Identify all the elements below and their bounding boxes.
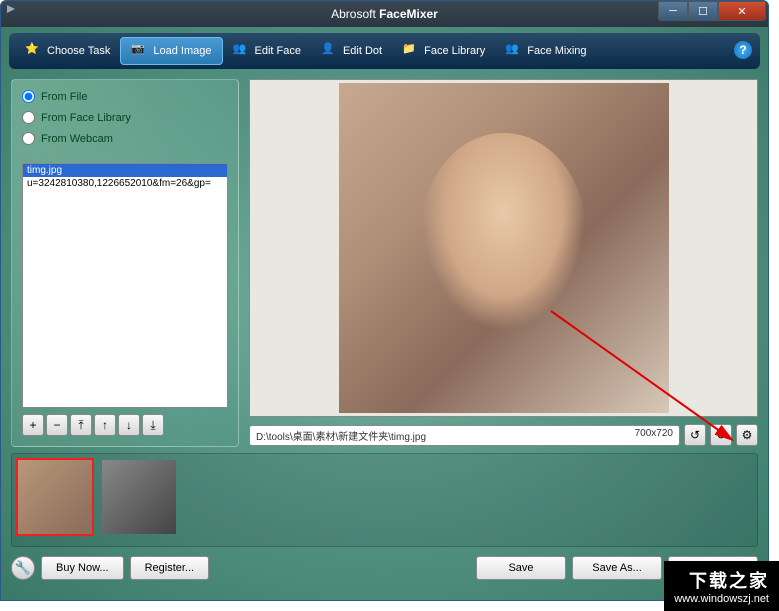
- file-list[interactable]: timg.jpg u=3242810380,1226652010&fm=26&g…: [22, 163, 228, 408]
- settings-icon[interactable]: ⚙: [736, 424, 758, 446]
- tab-label: Edit Face: [255, 45, 301, 57]
- tab-label: Edit Dot: [343, 45, 382, 57]
- face-icon: 👥: [233, 42, 251, 60]
- thumb-image: [18, 460, 92, 534]
- dot-icon: 👤: [321, 42, 339, 60]
- face-image: [339, 83, 669, 413]
- window-title: Abrosoft FaceMixer: [331, 7, 438, 21]
- tab-label: Choose Task: [47, 45, 110, 57]
- move-up-button[interactable]: ↑: [94, 414, 116, 436]
- folder-icon: 📁: [402, 42, 420, 60]
- mix-icon: 👥: [505, 42, 523, 60]
- tab-load-image[interactable]: 📷 Load Image: [120, 37, 222, 65]
- register-button[interactable]: Register...: [130, 556, 210, 580]
- watermark-title: 下载之家: [674, 567, 769, 593]
- tab-face-library[interactable]: 📁 Face Library: [392, 38, 495, 64]
- buy-button[interactable]: Buy Now...: [41, 556, 124, 580]
- maximize-button[interactable]: ☐: [688, 1, 718, 21]
- star-icon: ⭐: [25, 42, 43, 60]
- radio-label: From Webcam: [41, 133, 113, 145]
- move-down-button[interactable]: ↓: [118, 414, 140, 436]
- rotate-left-button[interactable]: ↺: [684, 424, 706, 446]
- source-radio-group: From File From Face Library From Webcam: [22, 90, 228, 153]
- thumbnail-strip[interactable]: [11, 453, 758, 547]
- move-bottom-button[interactable]: ⤓: [142, 414, 164, 436]
- bottom-toolbar: 🔧 Buy Now... Register... Save Save As...…: [11, 551, 758, 585]
- save-as-button[interactable]: Save As...: [572, 556, 662, 580]
- remove-button[interactable]: −: [46, 414, 68, 436]
- tab-label: Face Library: [424, 45, 485, 57]
- file-item[interactable]: timg.jpg: [23, 164, 227, 177]
- radio-label: From File: [41, 91, 87, 103]
- close-button[interactable]: ✕: [718, 1, 766, 21]
- radio-from-library[interactable]: From Face Library: [22, 111, 228, 124]
- rotate-right-button[interactable]: ↻: [710, 424, 732, 446]
- radio-from-file[interactable]: From File: [22, 90, 228, 103]
- thumbnail[interactable]: [100, 458, 178, 536]
- tab-face-mixing[interactable]: 👥 Face Mixing: [495, 38, 596, 64]
- watermark: 下载之家 www.windowszj.net: [664, 561, 779, 611]
- tab-label: Face Mixing: [527, 45, 586, 57]
- main-toolbar: ⭐ Choose Task 📷 Load Image 👥 Edit Face 👤…: [9, 33, 760, 69]
- system-menu-icon[interactable]: [7, 5, 15, 13]
- image-preview[interactable]: [249, 79, 758, 417]
- minimize-button[interactable]: ─: [658, 1, 688, 21]
- app-window: Abrosoft FaceMixer ─ ☐ ✕ ⭐ Choose Task 📷…: [0, 0, 769, 601]
- image-dimensions: 700x720: [635, 428, 673, 443]
- help-button[interactable]: ?: [734, 41, 752, 59]
- content-area: From File From Face Library From Webcam …: [1, 75, 768, 451]
- list-toolbar: + − ⤒ ↑ ↓ ⤓: [22, 414, 228, 436]
- preview-panel: D:\tools\桌面\素材\新建文件夹\timg.jpg 700x720 ↺ …: [249, 79, 758, 447]
- radio-input[interactable]: [22, 132, 35, 145]
- tab-label: Load Image: [153, 45, 211, 57]
- move-top-button[interactable]: ⤒: [70, 414, 92, 436]
- tab-edit-dot[interactable]: 👤 Edit Dot: [311, 38, 392, 64]
- thumb-image: [102, 460, 176, 534]
- file-path-text: D:\tools\桌面\素材\新建文件夹\timg.jpg: [256, 428, 426, 443]
- tab-choose-task[interactable]: ⭐ Choose Task: [15, 38, 120, 64]
- radio-input[interactable]: [22, 90, 35, 103]
- tab-edit-face[interactable]: 👥 Edit Face: [223, 38, 311, 64]
- radio-input[interactable]: [22, 111, 35, 124]
- radio-label: From Face Library: [41, 112, 131, 124]
- titlebar[interactable]: Abrosoft FaceMixer ─ ☐ ✕: [1, 1, 768, 27]
- radio-from-webcam[interactable]: From Webcam: [22, 132, 228, 145]
- save-button[interactable]: Save: [476, 556, 566, 580]
- path-bar: D:\tools\桌面\素材\新建文件夹\timg.jpg 700x720 ↺ …: [249, 423, 758, 447]
- path-display: D:\tools\桌面\素材\新建文件夹\timg.jpg 700x720: [249, 425, 680, 446]
- thumbnail[interactable]: [16, 458, 94, 536]
- camera-icon: 📷: [131, 42, 149, 60]
- source-panel: From File From Face Library From Webcam …: [11, 79, 239, 447]
- file-item[interactable]: u=3242810380,1226652010&fm=26&gp=: [23, 177, 227, 190]
- options-button[interactable]: 🔧: [11, 556, 35, 580]
- add-button[interactable]: +: [22, 414, 44, 436]
- watermark-url: www.windowszj.net: [674, 593, 769, 605]
